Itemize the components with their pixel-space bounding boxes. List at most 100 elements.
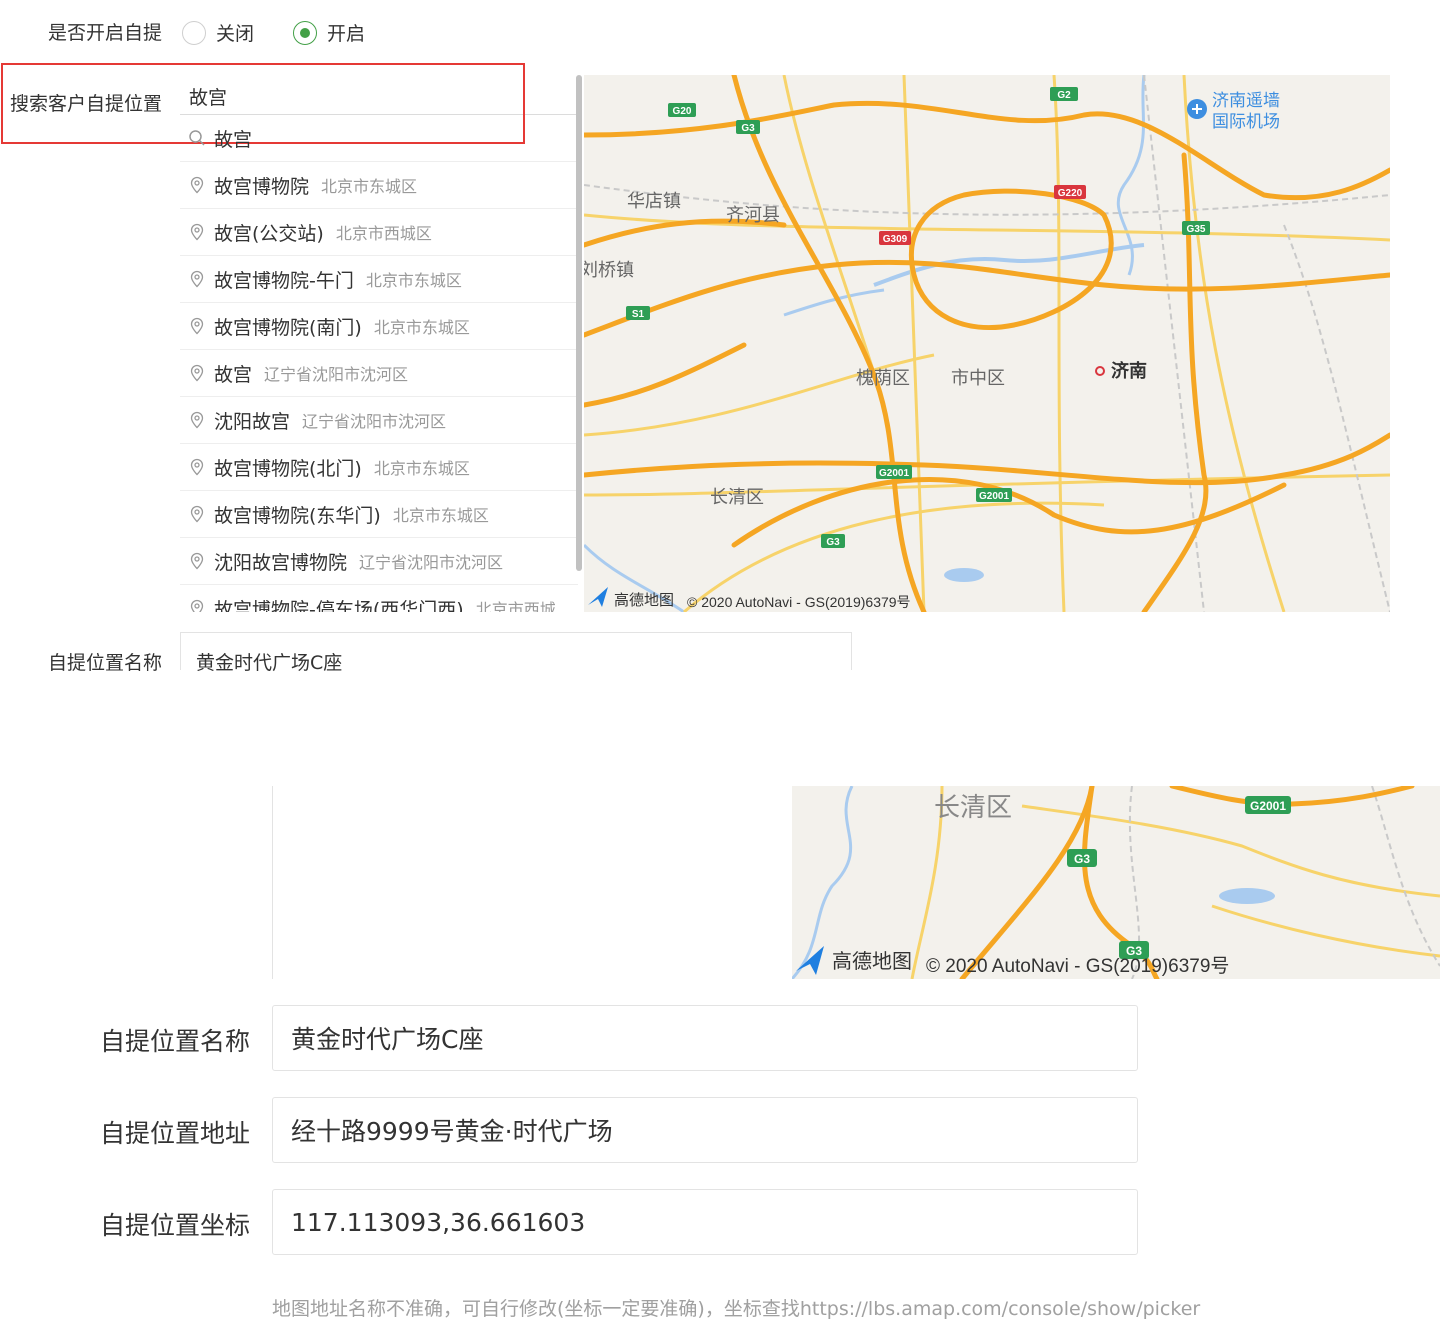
- svg-text:G220: G220: [1058, 188, 1083, 199]
- city-label: 济南: [1111, 360, 1147, 381]
- map-place-label: 市中区: [951, 368, 1005, 388]
- map-copyright: © 2020 AutoNavi - GS(2019)6379号: [926, 956, 1229, 977]
- map-panel-left-border: [272, 786, 273, 979]
- suggestion-dropdown: 故宫 故宫博物院 北京市东城区 故宫(公交站) 北京市西城区 故宫博物院-午门 …: [180, 115, 578, 612]
- suggestion-item[interactable]: 故宫博物院-停车场(西华门西) 北京市西城: [180, 585, 578, 612]
- road-badge: G35: [1182, 221, 1210, 235]
- svg-text:G20: G20: [673, 106, 692, 117]
- pickup-address-label: 自提位置地址: [100, 1119, 251, 1148]
- location-pin-icon: [190, 176, 204, 194]
- radio-off[interactable]: 关闭: [182, 19, 254, 46]
- svg-text:G3: G3: [741, 123, 755, 134]
- pickup-name-field[interactable]: 黄金时代广场C座: [272, 1005, 1138, 1071]
- suggestion-name: 故宫博物院(东华门): [214, 504, 381, 527]
- pickup-address-value: 经十路9999号黄金·时代广场: [291, 1117, 613, 1146]
- map-place-label: 华店镇: [627, 191, 681, 211]
- suggestion-name: 故宫博物院-午门: [214, 269, 354, 292]
- road-badge: G220: [1054, 185, 1086, 199]
- suggestion-district: 辽宁省沈阳市沈河区: [302, 412, 447, 431]
- svg-text:G3: G3: [1074, 852, 1090, 866]
- map-logo-text: 高德地图: [614, 591, 674, 609]
- location-pin-icon: [190, 364, 204, 382]
- map-place-label: 刘桥镇: [584, 260, 634, 280]
- location-pin-icon: [190, 505, 204, 523]
- svg-text:G3: G3: [826, 537, 840, 548]
- map-copyright: © 2020 AutoNavi - GS(2019)6379号: [687, 594, 911, 610]
- pickup-name-row-label: 自提位置名称: [100, 1027, 251, 1056]
- suggestion-item[interactable]: 故宫博物院(南门) 北京市东城区: [180, 303, 578, 350]
- suggestion-name: 故宫(公交站): [214, 222, 324, 245]
- suggestion-district: 北京市东城区: [392, 506, 489, 525]
- pickup-name-label: 自提位置名称: [48, 652, 163, 674]
- enable-pickup-label: 是否开启自提: [48, 22, 163, 44]
- suggestion-district: 辽宁省沈阳市沈河区: [359, 553, 504, 572]
- radio-off-label: 关闭: [216, 23, 255, 45]
- airport-label: 济南遥墙: [1212, 91, 1280, 110]
- suggestion-item[interactable]: 故宫(公交站) 北京市西城区: [180, 209, 578, 256]
- suggestion-name: 故宫博物院-停车场(西华门西): [214, 598, 464, 613]
- suggestion-district: 北京市东城区: [373, 318, 470, 337]
- svg-text:G2001: G2001: [879, 468, 909, 479]
- location-pin-icon: [190, 317, 204, 335]
- radio-circle-icon: [182, 20, 206, 45]
- map-logo-text: 高德地图: [832, 950, 912, 973]
- location-pin-icon: [190, 458, 204, 476]
- airport-icon: [1187, 99, 1207, 119]
- radio-on[interactable]: 开启: [293, 19, 365, 46]
- road-badge: G2001: [976, 488, 1012, 502]
- suggestion-district: 北京市西城: [475, 600, 556, 612]
- road-badge: G3: [736, 120, 760, 134]
- suggestion-item[interactable]: 故宫博物院-午门 北京市东城区: [180, 256, 578, 303]
- pickup-coord-field[interactable]: 117.113093,36.661603: [272, 1189, 1138, 1255]
- suggestion-name: 故宫博物院: [214, 175, 310, 198]
- road-badge: G3: [821, 534, 845, 548]
- road-badge: G2: [1050, 87, 1078, 101]
- map-top[interactable]: G20 G3 G2 G220 G309 G35 S1 G2001 G2001 G…: [584, 75, 1390, 612]
- suggestion-item[interactable]: 故宫博物院(北门) 北京市东城区: [180, 444, 578, 491]
- coordinate-hint: 地图地址名称不准确，可自行修改(坐标一定要准确)，坐标查找https://lbs…: [272, 1298, 1201, 1320]
- suggestion-item[interactable]: 沈阳故宫博物院 辽宁省沈阳市沈河区: [180, 538, 578, 585]
- map-place-label: 长清区: [710, 487, 764, 507]
- dropdown-scrollbar[interactable]: [576, 75, 582, 571]
- map-bottom[interactable]: G2001 G3 G3 长清区 高德地图 © 2020 AutoNavi - G…: [792, 786, 1440, 979]
- map-place-label: 槐荫区: [856, 368, 910, 388]
- svg-text:S1: S1: [632, 309, 645, 320]
- svg-text:G2: G2: [1057, 90, 1071, 101]
- suggestion-item[interactable]: 故宫博物院 北京市东城区: [180, 162, 578, 209]
- location-pin-icon: [190, 599, 204, 612]
- svg-text:G35: G35: [1187, 224, 1206, 235]
- suggestion-item[interactable]: 故宫 辽宁省沈阳市沈河区: [180, 350, 578, 397]
- suggestion-item[interactable]: 故宫博物院(东华门) 北京市东城区: [180, 491, 578, 538]
- svg-text:G2001: G2001: [979, 491, 1009, 502]
- suggestion-name: 故宫博物院(北门): [214, 457, 362, 480]
- search-icon: [189, 130, 205, 146]
- pickup-name-input[interactable]: 黄金时代广场C座: [180, 632, 852, 674]
- suggestion-item[interactable]: 故宫: [180, 115, 578, 162]
- suggestion-district: 北京市西城区: [335, 224, 432, 243]
- radio-on-label: 开启: [327, 23, 366, 45]
- suggestion-district: 北京市东城区: [365, 271, 462, 290]
- pickup-coord-value: 117.113093,36.661603: [291, 1207, 586, 1237]
- suggestion-name: 沈阳故宫博物院: [214, 551, 348, 574]
- suggestion-item[interactable]: 沈阳故宫 辽宁省沈阳市沈河区: [180, 397, 578, 444]
- road-badge: G309: [879, 231, 911, 245]
- suggestion-district: 北京市东城区: [373, 459, 470, 478]
- location-pin-icon: [190, 411, 204, 429]
- pickup-address-field[interactable]: 经十路9999号黄金·时代广场: [272, 1097, 1138, 1163]
- suggestion-name: 故宫: [214, 363, 253, 386]
- airport-label: 国际机场: [1212, 112, 1280, 131]
- road-badge: S1: [626, 306, 650, 320]
- suggestion-name: 沈阳故宫: [214, 410, 291, 433]
- map-place-label: 长清区: [934, 792, 1012, 822]
- suggestion-district: 辽宁省沈阳市沈河区: [264, 365, 409, 384]
- pickup-coord-label: 自提位置坐标: [100, 1211, 251, 1240]
- road-badge: G3: [1067, 849, 1097, 867]
- svg-text:G2001: G2001: [1250, 799, 1286, 813]
- road-badge: G2001: [876, 465, 912, 479]
- location-pin-icon: [190, 552, 204, 570]
- map-canvas: G2001 G3 G3 长清区 高德地图 © 2020 AutoNavi - G…: [792, 786, 1440, 979]
- location-pin-icon: [190, 270, 204, 288]
- map-place-label: 齐河县: [726, 205, 780, 225]
- map-canvas: G20 G3 G2 G220 G309 G35 S1 G2001 G2001 G…: [584, 75, 1390, 612]
- pickup-name-value: 黄金时代广场C座: [196, 652, 343, 674]
